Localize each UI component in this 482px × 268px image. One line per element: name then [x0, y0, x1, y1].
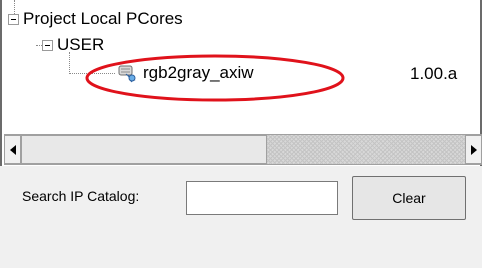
ip-catalog-tree: Project Local PCores USER rgb2gray_axiw … [0, 0, 482, 166]
scroll-left-button[interactable] [4, 135, 21, 164]
collapse-icon[interactable] [8, 13, 19, 25]
tree-node-rgb2gray-axiw[interactable]: rgb2gray_axiw [69, 63, 254, 83]
ip-core-version: 1.00.a [410, 64, 458, 83]
arrow-left-icon [9, 144, 16, 155]
search-ip-catalog-label: Search IP Catalog: [22, 188, 140, 204]
collapse-icon[interactable] [42, 39, 53, 51]
tree-node-label: Project Local PCores [23, 9, 183, 28]
arrow-right-icon [470, 144, 477, 155]
tree-connector [69, 72, 115, 74]
scroll-right-button[interactable] [465, 135, 482, 164]
ip-core-name: rgb2gray_axiw [143, 63, 254, 82]
clear-button[interactable]: Clear [352, 176, 466, 220]
tree-node-project-local-pcores[interactable]: Project Local PCores [8, 9, 183, 29]
horizontal-scrollbar[interactable] [4, 134, 482, 165]
scroll-track[interactable] [267, 135, 465, 164]
ip-core-icon [117, 63, 137, 83]
tree-node-user[interactable]: USER [36, 35, 104, 55]
scroll-thumb[interactable] [21, 135, 267, 164]
search-ip-catalog-input[interactable] [186, 181, 338, 215]
tree-node-label: USER [57, 35, 105, 54]
